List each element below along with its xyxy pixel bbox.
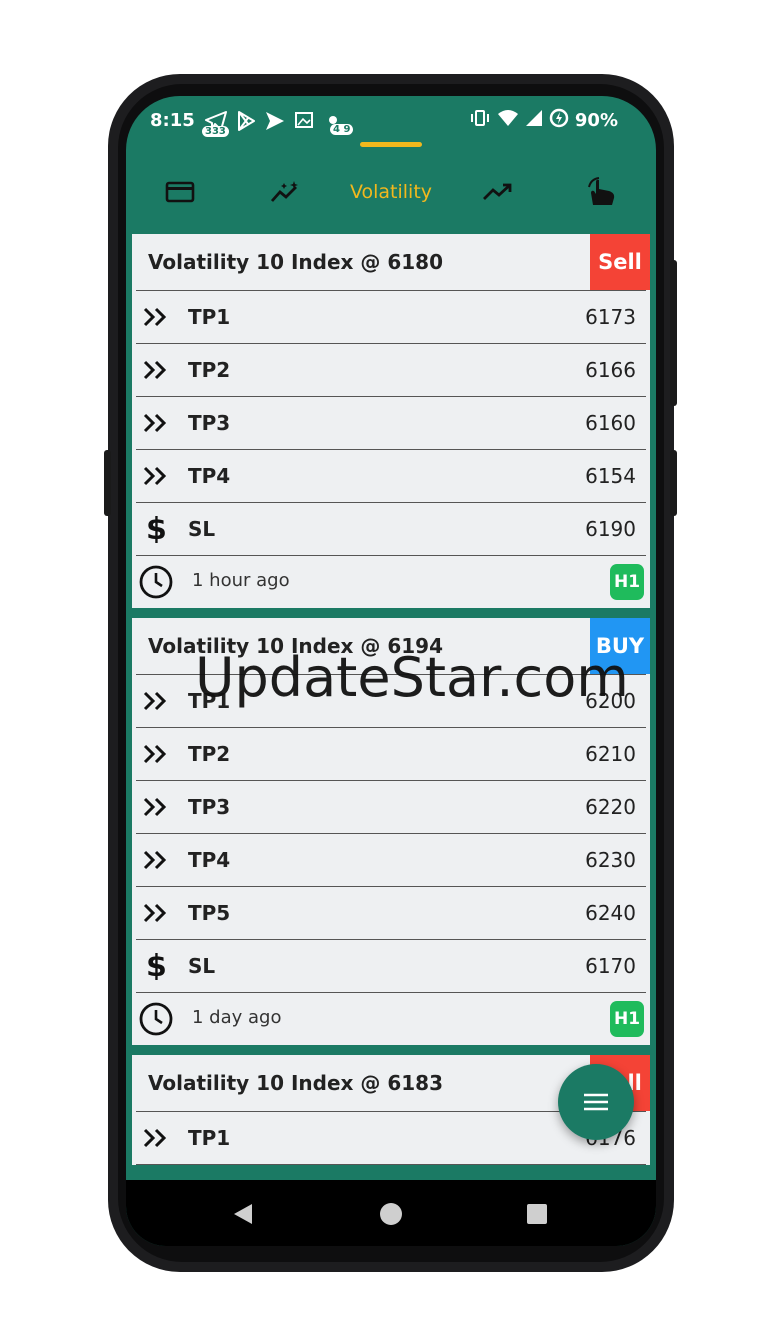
tp-row: TP1 6173 [136, 291, 646, 344]
tp-label: TP5 [188, 901, 231, 925]
signal-title: Volatility 10 Index @ 6180 [148, 250, 444, 274]
volume-button [670, 260, 677, 406]
signal-card-header: Volatility 10 Index @ 6180 Sell [136, 234, 650, 291]
tp-value: 6166 [585, 358, 636, 382]
card-icon [165, 181, 195, 203]
signal-time: 1 day ago [192, 1007, 282, 1028]
tab-touch[interactable] [582, 172, 622, 212]
tp-value: 6210 [585, 742, 636, 766]
svg-text:$: $ [146, 950, 167, 980]
tp-value: 6154 [585, 464, 636, 488]
status-bar: 8:15 333 4 9 90% [126, 96, 656, 146]
signal-time: 1 hour ago [192, 570, 290, 591]
tab-signals-chart[interactable] [266, 172, 306, 212]
tp-value: 6160 [585, 411, 636, 435]
tp-label: TP4 [188, 464, 231, 488]
tp-row: TP4 6230 [136, 834, 646, 887]
hand-pointer-icon [588, 177, 615, 205]
battery-saver-icon [549, 108, 569, 133]
battery-level: 90% [574, 110, 618, 131]
tp-value: 6220 [585, 795, 636, 819]
trending-up-icon [483, 183, 512, 200]
tp-label: TP2 [188, 358, 231, 382]
tp-label: TP3 [188, 795, 231, 819]
double-chevron-icon [143, 797, 167, 817]
timeframe-badge: H1 [610, 1001, 644, 1037]
double-chevron-icon [143, 691, 167, 711]
tp-row: TP2 6166 [136, 344, 646, 397]
sl-row: $ SL 6190 [136, 503, 646, 556]
tp-label: TP3 [188, 411, 231, 435]
tp-value: 6230 [585, 848, 636, 872]
power-button [670, 450, 677, 516]
double-chevron-icon [143, 360, 167, 380]
dollar-icon: $ [146, 513, 167, 543]
signal-card[interactable]: Volatility 10 Index @ 6180 Sell TP1 6173… [132, 234, 650, 608]
chart-sparkle-icon [270, 181, 298, 202]
menu-icon [584, 1093, 608, 1111]
tab-trending[interactable] [478, 172, 518, 212]
notif-badge-2: 4 9 [330, 124, 354, 135]
tp-row: TP4 6154 [136, 450, 646, 503]
play-movies-icon [264, 110, 286, 136]
tp-row: TP3 6160 [136, 397, 646, 450]
signal-footer: 1 day ago H1 [136, 993, 646, 1045]
menu-fab[interactable] [558, 1064, 634, 1140]
timeframe-badge: H1 [610, 564, 644, 600]
signal-icon [525, 109, 543, 132]
sl-value: 6170 [585, 954, 636, 978]
tp-row: TP2 6210 [136, 728, 646, 781]
active-tab-indicator [360, 142, 422, 147]
sl-row: $ SL 6170 [136, 940, 646, 993]
double-chevron-icon [143, 850, 167, 870]
double-chevron-icon [143, 466, 167, 486]
vibrate-icon [469, 108, 491, 133]
double-chevron-icon [143, 1128, 167, 1148]
signal-title: Volatility 10 Index @ 6183 [148, 1071, 444, 1095]
side-button-left [104, 450, 111, 516]
wifi-icon [497, 109, 519, 132]
double-chevron-icon [143, 307, 167, 327]
tab-volatility[interactable]: Volatility [340, 172, 442, 212]
tp-row: TP5 6240 [136, 887, 646, 940]
tp-label: TP1 [188, 305, 231, 329]
clock-icon [139, 1002, 173, 1036]
double-chevron-icon [143, 903, 167, 923]
home-icon[interactable] [378, 1201, 404, 1227]
sl-label: SL [188, 517, 216, 541]
tab-bar: Volatility [126, 142, 656, 232]
double-chevron-icon [143, 413, 167, 433]
tab-volatility-label: Volatility [349, 181, 433, 203]
watermark: UpdateStar.com [195, 646, 629, 709]
sell-badge: Sell [590, 234, 650, 290]
notif-badge: 333 [202, 126, 229, 137]
svg-text:$: $ [146, 513, 167, 543]
gallery-icon [294, 110, 314, 134]
play-store-icon [236, 110, 256, 136]
sl-label: SL [188, 954, 216, 978]
double-chevron-icon [143, 744, 167, 764]
system-nav-bar [126, 1180, 656, 1246]
tp-row: TP3 6220 [136, 781, 646, 834]
tp-label: TP1 [188, 1126, 231, 1150]
sl-value: 6190 [585, 517, 636, 541]
tp-label: TP2 [188, 742, 231, 766]
tp-value: 6240 [585, 901, 636, 925]
recents-icon[interactable] [526, 1203, 548, 1225]
tp-value: 6173 [585, 305, 636, 329]
status-time: 8:15 [150, 110, 195, 131]
tp-label: TP4 [188, 848, 231, 872]
signal-footer: 1 hour ago H1 [136, 556, 646, 608]
clock-icon [139, 565, 173, 599]
tab-card[interactable] [160, 172, 200, 212]
dollar-icon: $ [146, 950, 167, 980]
back-icon[interactable] [232, 1202, 254, 1226]
